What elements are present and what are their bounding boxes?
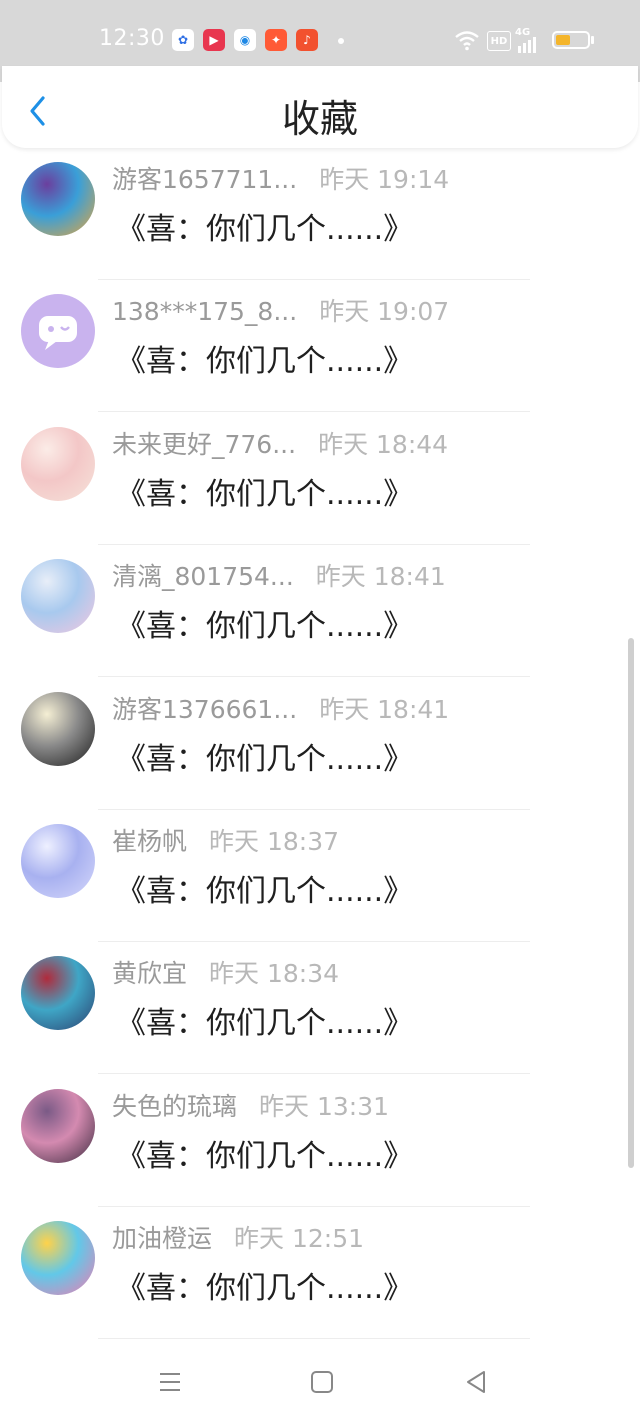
list-item[interactable]: 失色的琉璃 昨天 13:31 《喜：你们几个......》 xyxy=(0,1075,640,1207)
notification-dot xyxy=(338,38,344,44)
item-meta: 清漓_801754... 昨天 18:41 xyxy=(112,557,446,593)
browser-icon: ◉ xyxy=(234,29,256,51)
item-content[interactable]: 《喜：你们几个......》 xyxy=(116,204,413,248)
item-meta: 黄欣宜 昨天 18:34 xyxy=(112,954,339,990)
item-meta: 游客1376661... 昨天 18:41 xyxy=(112,690,449,726)
home-icon[interactable] xyxy=(306,1366,338,1398)
avatar[interactable] xyxy=(21,691,95,766)
item-meta: 游客1657711... 昨天 19:14 xyxy=(112,160,449,196)
item-content[interactable]: 《喜：你们几个......》 xyxy=(116,998,413,1042)
app-header: 收藏 xyxy=(2,66,638,148)
user-name[interactable]: 崔杨帆 xyxy=(112,822,187,858)
list-item[interactable]: 加油橙运 昨天 12:51 《喜：你们几个......》 xyxy=(0,1207,640,1340)
avatar[interactable] xyxy=(21,956,95,1031)
item-time: 昨天 19:14 xyxy=(319,165,450,194)
user-name[interactable]: 加油橙运 xyxy=(112,1219,212,1255)
baidu-icon: ✿ xyxy=(172,29,194,51)
avatar[interactable] xyxy=(21,1221,95,1296)
list-item[interactable]: 清漓_801754... 昨天 18:41 《喜：你们几个......》 xyxy=(0,545,640,678)
list-item[interactable]: 黄欣宜 昨天 18:34 《喜：你们几个......》 xyxy=(0,942,640,1075)
wifi-icon xyxy=(455,31,479,51)
item-content[interactable]: 《喜：你们几个......》 xyxy=(116,336,413,380)
user-name[interactable]: 游客1657711... xyxy=(112,160,297,196)
item-time: 昨天 19:07 xyxy=(319,297,450,327)
list-item[interactable]: 崔杨帆 昨天 18:37 《喜：你们几个......》 xyxy=(0,810,640,942)
kuaishou-icon: ✦ xyxy=(265,29,287,51)
list-item[interactable]: 138***175_8... 昨天 19:07 《喜：你们几个......》 xyxy=(0,280,640,413)
system-nav-bar xyxy=(0,1340,640,1422)
item-meta: 加油橙运 昨天 12:51 xyxy=(112,1219,364,1255)
avatar[interactable] xyxy=(21,294,95,369)
item-content[interactable]: 《喜：你们几个......》 xyxy=(116,1263,413,1307)
item-meta: 崔杨帆 昨天 18:37 xyxy=(112,822,339,858)
user-name[interactable]: 清漓_801754... xyxy=(112,557,294,593)
item-time: 昨天 18:41 xyxy=(319,694,450,724)
signal-icon xyxy=(518,37,536,53)
item-meta: 未来更好_776... 昨天 18:44 xyxy=(112,425,448,461)
item-time: 昨天 18:34 xyxy=(209,959,340,989)
item-time: 昨天 18:37 xyxy=(209,827,340,856)
page-title: 收藏 xyxy=(281,97,358,141)
avatar[interactable] xyxy=(21,559,95,634)
hd-icon: HD xyxy=(487,31,511,51)
menu-icon[interactable] xyxy=(154,1366,186,1398)
avatar[interactable] xyxy=(21,162,95,236)
list-item[interactable]: 未来更好_776... 昨天 18:44 《喜：你们几个......》 xyxy=(0,413,640,545)
user-name[interactable]: 未来更好_776... xyxy=(112,425,296,461)
battery-cap xyxy=(591,36,594,44)
user-name[interactable]: 游客1376661... xyxy=(112,690,297,726)
item-content[interactable]: 《喜：你们几个......》 xyxy=(116,1131,413,1175)
item-time: 昨天 12:51 xyxy=(234,1224,365,1254)
item-meta: 失色的琉璃 昨天 13:31 xyxy=(112,1087,389,1123)
user-name[interactable]: 失色的琉璃 xyxy=(112,1087,237,1123)
back-icon[interactable] xyxy=(460,1366,492,1398)
music-icon: ♪ xyxy=(296,29,318,51)
item-content[interactable]: 《喜：你们几个......》 xyxy=(116,866,413,910)
status-time: 12:30 xyxy=(99,26,165,51)
item-content[interactable]: 《喜：你们几个......》 xyxy=(116,734,413,778)
avatar[interactable] xyxy=(21,1088,95,1163)
item-time: 昨天 13:31 xyxy=(259,1091,390,1121)
scrollbar[interactable] xyxy=(628,638,634,1168)
video-icon: ▶ xyxy=(203,29,225,51)
battery-level xyxy=(556,35,570,45)
avatar[interactable] xyxy=(21,426,95,501)
item-time: 昨天 18:41 xyxy=(315,562,446,592)
item-meta: 138***175_8... 昨天 19:07 xyxy=(112,292,449,328)
item-content[interactable]: 《喜：你们几个......》 xyxy=(116,601,413,645)
item-time: 昨天 18:44 xyxy=(318,429,449,459)
list-item[interactable]: 游客1657711... 昨天 19:14 《喜：你们几个......》 xyxy=(0,148,640,280)
item-content[interactable]: 《喜：你们几个......》 xyxy=(116,469,413,513)
avatar[interactable] xyxy=(21,824,95,898)
battery-icon xyxy=(552,31,590,49)
user-name[interactable]: 黄欣宜 xyxy=(112,954,187,990)
chat-bubble-icon xyxy=(39,316,77,351)
user-name[interactable]: 138***175_8... xyxy=(112,297,297,326)
list-item[interactable]: 游客1376661... 昨天 18:41 《喜：你们几个......》 xyxy=(0,678,640,810)
